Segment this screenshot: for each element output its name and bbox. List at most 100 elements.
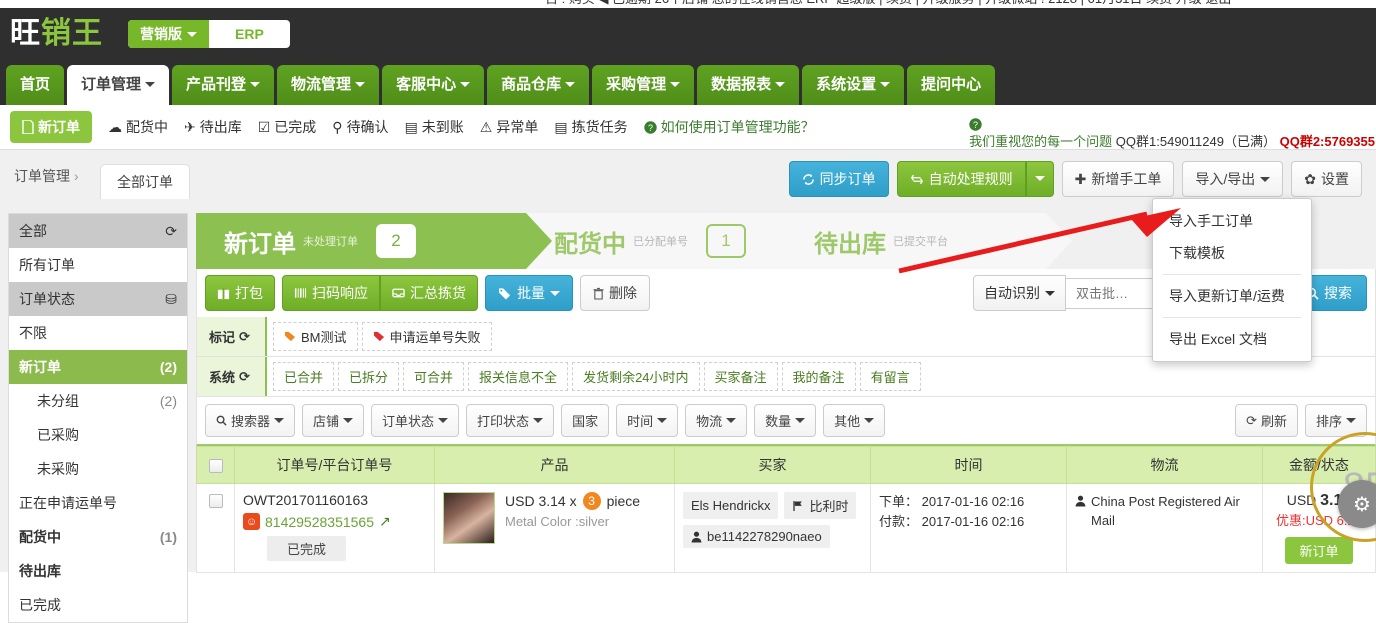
erp-button[interactable]: ERP [209, 20, 290, 48]
dropdown-item-3[interactable]: 导出 Excel 文档 [1153, 323, 1311, 355]
pipeline-step-desc: 未处理订单 [303, 236, 358, 248]
filter-left-7[interactable]: 数量 [754, 404, 817, 437]
refresh-icon[interactable]: ⟳ [239, 329, 250, 345]
gear-icon-fab: ⚙ [1353, 493, 1371, 516]
new-order-button[interactable]: 新订单 [10, 111, 92, 143]
sidebar-item-4[interactable]: 新订单 (2) [9, 350, 187, 384]
tag-chip[interactable]: 买家备注 [703, 362, 778, 391]
pack-button[interactable]: 打包 [205, 275, 275, 311]
tag-chip[interactable]: 已合并 [273, 362, 335, 391]
row-checkbox[interactable] [208, 493, 223, 508]
filter-left-1[interactable]: 店铺 [302, 404, 365, 437]
sidebar-item-11[interactable]: 已完成 [9, 588, 187, 622]
filter-left-3[interactable]: 打印状态 [466, 404, 555, 437]
logo[interactable]: 旺销王 [10, 14, 118, 54]
sidebar-item-label: 新订单 [19, 359, 61, 375]
auto-detect-select[interactable]: 自动识别 [973, 275, 1066, 311]
plane-icon: ✈ [184, 118, 196, 135]
summary-pick-button[interactable]: 汇总拣货 [380, 275, 478, 311]
subbar-item-0[interactable]: ☁ 配货中 [108, 117, 168, 137]
subbar-item-label: 待出库 [199, 119, 242, 135]
order-completed-badge: 已完成 [267, 536, 347, 561]
sidebar-item-label: 待出库 [19, 563, 61, 579]
import-export-button[interactable]: 导入/导出 [1182, 161, 1284, 197]
filter-left-4[interactable]: 国家 [561, 404, 610, 437]
tag-chip[interactable]: 我的备注 [781, 362, 856, 391]
sidebar-item-1[interactable]: 所有订单 [9, 248, 187, 282]
subbar-item-6[interactable]: ▤ 拣货任务 [554, 117, 627, 137]
pipeline-step-1[interactable]: 配货中 已分配单号 1 [526, 213, 812, 269]
main-navigation: 首页 订单管理 产品刊登 物流管理 客服中心 商品仓库 采购管理 数据报表 系统设置 提问中心 [0, 60, 1376, 105]
subbar-item-3[interactable]: ⚲ 待确认 [332, 117, 388, 137]
nav-tab-8[interactable]: 系统设置 [802, 65, 905, 105]
filter-left-2[interactable]: 订单状态 [371, 404, 460, 437]
sitemap-icon[interactable]: ⛁ [165, 291, 177, 308]
tag-chip[interactable]: 申请运单号失败 [361, 322, 492, 351]
nav-tab-0[interactable]: 首页 [6, 65, 65, 105]
help-link[interactable]: ? 如何使用订单管理功能？ [643, 117, 815, 137]
version-button[interactable]: 营销版 [128, 20, 209, 48]
subbar-item-5[interactable]: ⚠ 异常单 [480, 117, 539, 137]
filter-right-0[interactable]: ⟳ 刷新 [1235, 404, 1298, 437]
product-cell: USD 3.14 x 3 piece Metal Color :silver [434, 483, 675, 573]
auto-rule-button[interactable]: 自动处理规则 [896, 161, 1026, 197]
sync-orders-button[interactable]: 同步订单 [788, 161, 889, 197]
chevron-down-icon [1346, 418, 1356, 423]
tag-chip[interactable]: 发货剩余24小时内 [572, 362, 700, 391]
filter-label: 打印状态 [477, 414, 530, 429]
filter-left-6[interactable]: 物流 [685, 404, 748, 437]
pipeline-step-0[interactable]: 新订单 未处理订单 2 [196, 213, 552, 269]
sidebar-item-8[interactable]: 正在申请运单号 [9, 486, 187, 520]
refresh-icon[interactable]: ⟳ [239, 369, 250, 385]
breadcrumb-active-tab[interactable]: 全部订单 [100, 164, 190, 199]
tag-chip[interactable]: 报关信息不全 [468, 362, 569, 391]
breadcrumb-parent[interactable]: 订单管理 [14, 168, 70, 184]
pipeline-step-2[interactable]: 待出库 已提交平台 [786, 213, 1072, 269]
order-time-row: 下单： 2017-01-16 02:16 [879, 492, 1058, 512]
nav-tab-2[interactable]: 产品刊登 [172, 65, 275, 105]
dropdown-item-2[interactable]: 导入更新订单/运费 [1153, 280, 1311, 312]
nav-tab-4[interactable]: 客服中心 [382, 65, 485, 105]
auto-rule-dropdown-toggle[interactable] [1025, 161, 1054, 197]
subbar-item-1[interactable]: ✈ 待出库 [184, 117, 242, 137]
barcode-icon [294, 288, 307, 298]
dropdown-item-1[interactable]: 下载模板 [1153, 237, 1311, 269]
sidebar-item-3[interactable]: 不限 [9, 316, 187, 350]
tag-chip-label: 买家备注 [714, 370, 767, 385]
sidebar-item-7[interactable]: 未采购 [9, 452, 187, 486]
dropdown-item-0[interactable]: 导入手工订单 [1153, 205, 1311, 237]
delete-button[interactable]: 删除 [580, 275, 650, 311]
tag-chip[interactable]: BM测试 [273, 322, 358, 351]
tag-chip[interactable]: 已拆分 [338, 362, 400, 391]
tag-chip[interactable]: 有留言 [859, 362, 921, 391]
batch-button[interactable]: 批量 [485, 275, 573, 311]
nav-tab-6[interactable]: 采购管理 [592, 65, 695, 105]
table-row[interactable]: OWT201701160163 ☺ 81429528351565 ↗ 已完成 U… [196, 483, 1376, 573]
external-link-icon[interactable]: ↗ [379, 513, 391, 530]
subbar-item-4[interactable]: ▤ 未到账 [405, 117, 464, 137]
nav-tab-5[interactable]: 商品仓库 [487, 65, 590, 105]
add-manual-order-button[interactable]: ✚ 新增手工单 [1061, 161, 1175, 197]
settings-button[interactable]: ✿ 设置 [1291, 161, 1362, 197]
tag-icon [498, 287, 511, 300]
subbar-item-2[interactable]: ☑ 已完成 [258, 117, 317, 137]
sidebar-item-6[interactable]: 已采购 [9, 418, 187, 452]
scan-response-button[interactable]: 扫码响应 [282, 275, 380, 311]
sidebar-item-5[interactable]: 未分组 (2) [9, 384, 187, 418]
product-quantity: 3 [582, 492, 601, 510]
nav-tab-3[interactable]: 物流管理 [277, 65, 380, 105]
version-switcher[interactable]: 营销版 ERP [128, 20, 290, 48]
filter-left-5[interactable]: 时间 [616, 404, 679, 437]
select-all-checkbox[interactable] [208, 459, 223, 474]
app-header: 旺销王 营销版 ERP [0, 8, 1376, 60]
tag-chip[interactable]: 可合并 [403, 362, 465, 391]
filter-left-8[interactable]: 其他 [823, 404, 886, 437]
refresh-icon[interactable]: ⟳ [165, 223, 177, 240]
nav-tab-7[interactable]: 数据报表 [697, 65, 800, 105]
sidebar-item-9[interactable]: 配货中 (1) [9, 520, 187, 554]
filter-left-0[interactable]: 搜索器 [205, 404, 296, 437]
nav-tab-1[interactable]: 订单管理 [67, 65, 170, 105]
product-thumbnail[interactable] [443, 492, 495, 544]
nav-tab-9[interactable]: 提问中心 [907, 65, 996, 105]
sidebar-item-10[interactable]: 待出库 [9, 554, 187, 588]
